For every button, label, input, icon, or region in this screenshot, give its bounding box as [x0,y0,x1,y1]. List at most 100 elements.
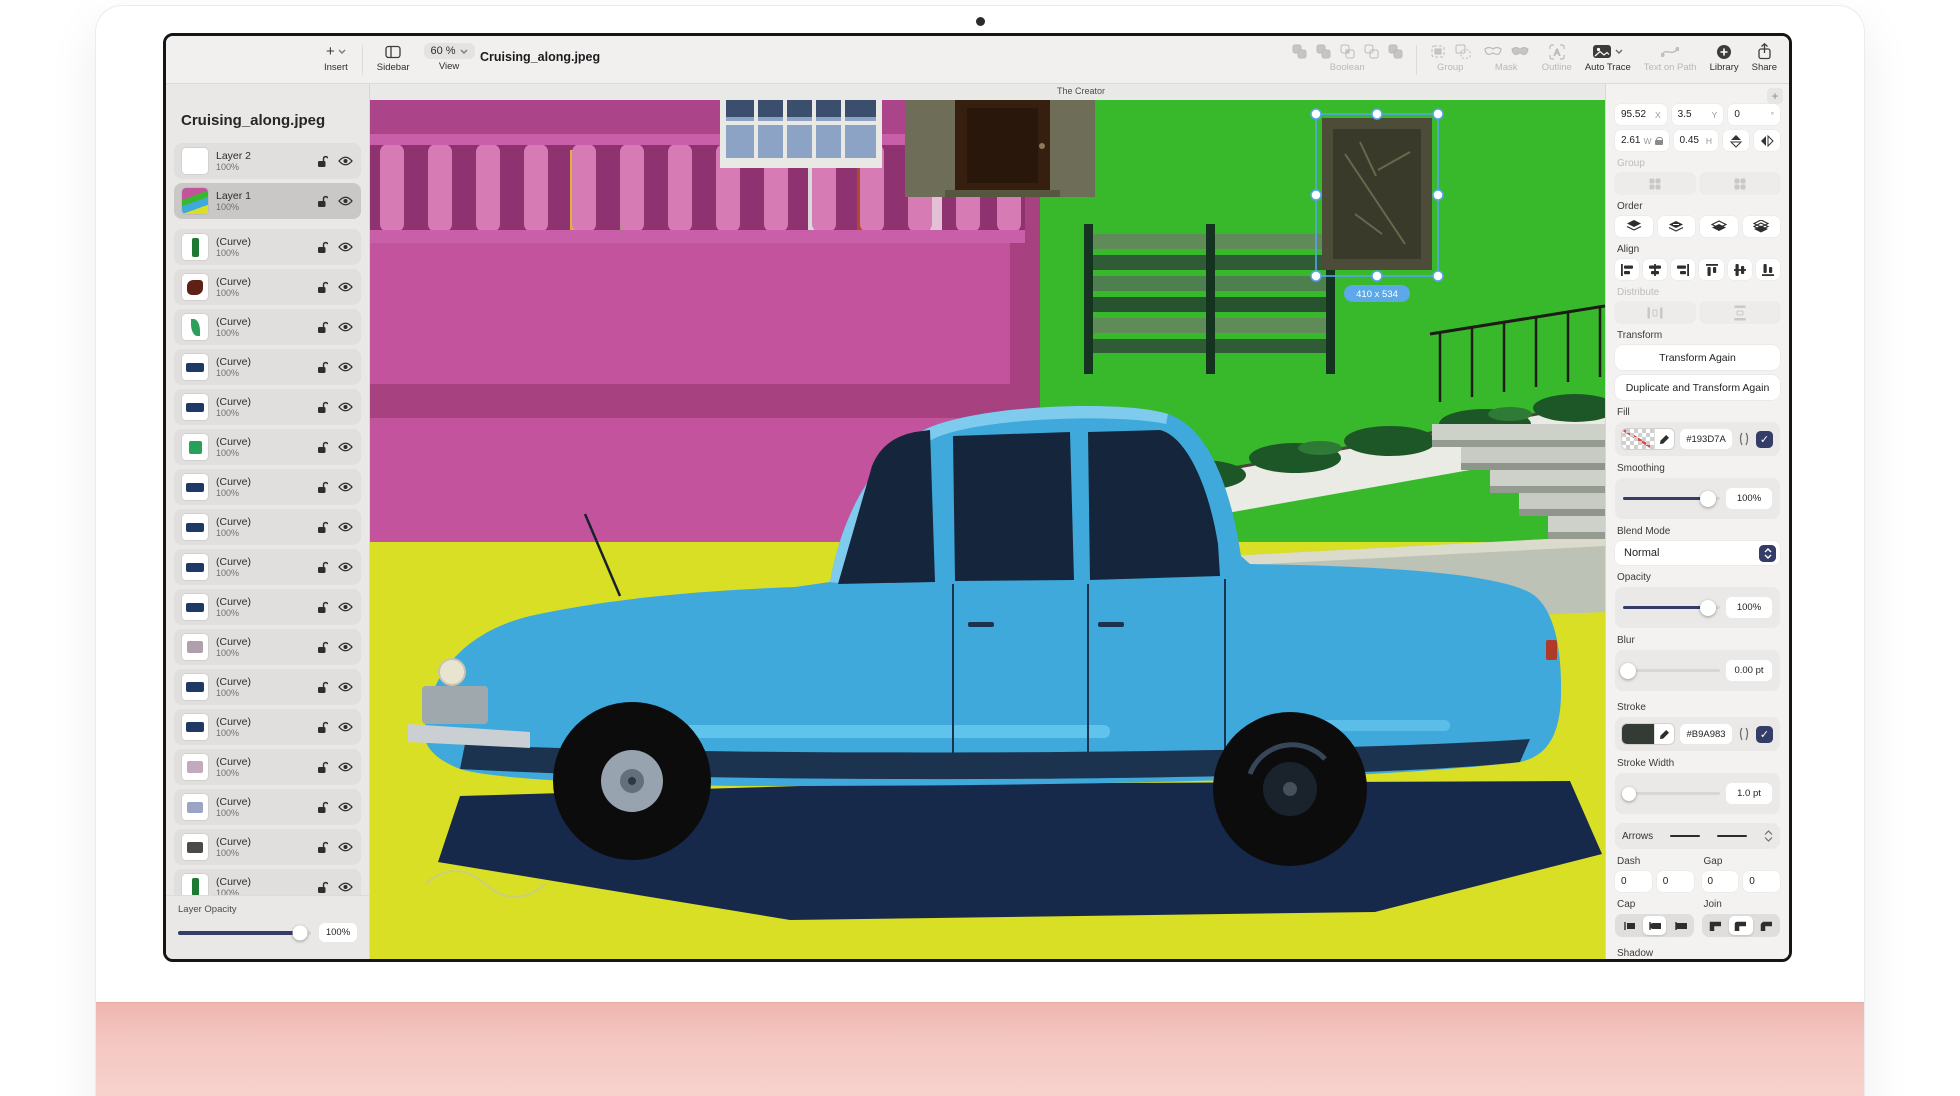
smoothing-slider[interactable] [1623,497,1720,501]
group-button[interactable] [1615,173,1695,194]
cap-square-option[interactable] [1668,916,1692,935]
eye-icon[interactable] [338,882,353,892]
eyedropper-icon[interactable] [1654,724,1674,744]
share-button[interactable]: Share [1752,43,1777,73]
unlock-icon[interactable] [317,841,328,854]
group-buttons[interactable]: Group [1430,43,1471,73]
unlock-icon[interactable] [317,881,328,894]
align-left-button[interactable] [1615,259,1639,280]
send-to-back-button[interactable] [1743,216,1781,237]
eye-icon[interactable] [338,362,353,372]
curve-layer-row[interactable]: (Curve) 100% [174,269,361,305]
gradient-icon[interactable] [1738,727,1750,741]
width-field[interactable]: 2.61W [1615,130,1669,151]
curve-layer-row[interactable]: (Curve) 100% [174,629,361,665]
eye-icon[interactable] [338,402,353,412]
sidebar-toggle-button[interactable]: Sidebar [377,43,410,73]
eye-icon[interactable] [338,562,353,572]
unlock-icon[interactable] [317,561,328,574]
eye-icon[interactable] [338,196,353,206]
unlock-icon[interactable] [317,761,328,774]
curve-layer-row[interactable]: (Curve) 100% [174,589,361,625]
eye-icon[interactable] [338,442,353,452]
curve-layer-row[interactable]: (Curve) 100% [174,749,361,785]
eye-icon[interactable] [338,682,353,692]
gradient-icon[interactable] [1738,432,1750,446]
eye-icon[interactable] [338,156,353,166]
boolean-exclude-icon[interactable] [1364,44,1379,59]
x-position-field[interactable]: 95.52X [1615,104,1667,125]
stroke-swatch[interactable] [1622,724,1674,744]
outline-button[interactable]: A Outline [1542,43,1572,73]
curve-layer-row[interactable]: (Curve) 100% [174,549,361,585]
cap-butt-option[interactable] [1617,916,1641,935]
insert-button[interactable]: + Insert [324,43,348,73]
curve-layer-row[interactable]: (Curve) 100% [174,509,361,545]
align-center-h-button[interactable] [1643,259,1667,280]
opacity-value[interactable]: 100% [1726,597,1772,618]
bring-forward-button[interactable] [1658,216,1696,237]
boolean-intersect-icon[interactable] [1340,44,1355,59]
stepper-icon[interactable] [1764,830,1773,842]
send-backward-button[interactable] [1700,216,1738,237]
fill-hex-field[interactable]: #193D7A [1680,429,1732,449]
blur-slider[interactable] [1623,669,1720,673]
canvas[interactable]: The Creator [370,84,1605,959]
flip-vertical-button[interactable] [1723,130,1749,151]
arrow-end-button[interactable] [1717,835,1747,837]
duplicate-transform-button[interactable]: Duplicate and Transform Again [1615,375,1780,400]
unlock-icon[interactable] [317,441,328,454]
unlock-icon[interactable] [317,361,328,374]
layer-row-layer2[interactable]: Layer 2 100% [174,143,361,179]
unlock-icon[interactable] [317,601,328,614]
eye-icon[interactable] [338,842,353,852]
text-on-path-button[interactable]: Text on Path [1644,43,1697,73]
eye-icon[interactable] [338,522,353,532]
group-icon[interactable] [1430,44,1446,59]
blend-mode-dropdown[interactable]: Normal [1615,541,1780,565]
eye-icon[interactable] [338,282,353,292]
align-middle-v-button[interactable] [1728,259,1752,280]
library-button[interactable]: Library [1710,43,1739,73]
eye-icon[interactable] [338,802,353,812]
curve-layer-row[interactable]: (Curve) 100% [174,829,361,865]
fill-enabled-checkbox[interactable]: ✓ [1756,431,1773,448]
eye-icon[interactable] [338,602,353,612]
join-bevel-option[interactable] [1755,916,1779,935]
dash-field-2[interactable]: 0 [1657,871,1694,892]
stroke-hex-field[interactable]: #B9A983 [1680,724,1732,744]
align-bottom-button[interactable] [1756,259,1780,280]
unlock-icon[interactable] [317,155,328,168]
mask-icon[interactable] [1484,46,1502,58]
eyedropper-icon[interactable] [1654,429,1674,449]
boolean-subtract-icon[interactable] [1316,44,1331,59]
join-miter-option[interactable] [1704,916,1728,935]
unlock-icon[interactable] [317,641,328,654]
curve-layer-row[interactable]: (Curve) 100% [174,429,361,465]
add-panel-button[interactable]: + [1767,88,1783,104]
boolean-group[interactable]: Boolean [1292,43,1403,73]
smoothing-value[interactable]: 100% [1726,488,1772,509]
ungroup-icon[interactable] [1455,44,1471,59]
zoom-control[interactable]: 60 % View [424,43,475,72]
layer-opacity-slider[interactable] [178,931,311,935]
unlock-icon[interactable] [317,321,328,334]
eye-icon[interactable] [338,722,353,732]
blur-value[interactable]: 0.00 pt [1726,660,1772,681]
curve-layer-row[interactable]: (Curve) 100% [174,389,361,425]
curve-layer-row[interactable]: (Curve) 100% [174,349,361,385]
align-top-button[interactable] [1699,259,1723,280]
rotation-field[interactable]: 0° [1728,104,1780,125]
stroke-width-value[interactable]: 1.0 pt [1726,783,1772,804]
unlock-icon[interactable] [317,481,328,494]
unlock-icon[interactable] [317,721,328,734]
curve-layer-row[interactable]: (Curve) 100% [174,789,361,825]
arrow-start-button[interactable] [1670,835,1700,837]
dash-field-1[interactable]: 0 [1615,871,1652,892]
distribute-v-button[interactable] [1700,302,1780,323]
gap-field-1[interactable]: 0 [1702,871,1739,892]
eye-icon[interactable] [338,762,353,772]
opacity-slider[interactable] [1623,606,1720,610]
curve-layer-row[interactable]: (Curve) 100% [174,309,361,345]
unlock-icon[interactable] [317,521,328,534]
